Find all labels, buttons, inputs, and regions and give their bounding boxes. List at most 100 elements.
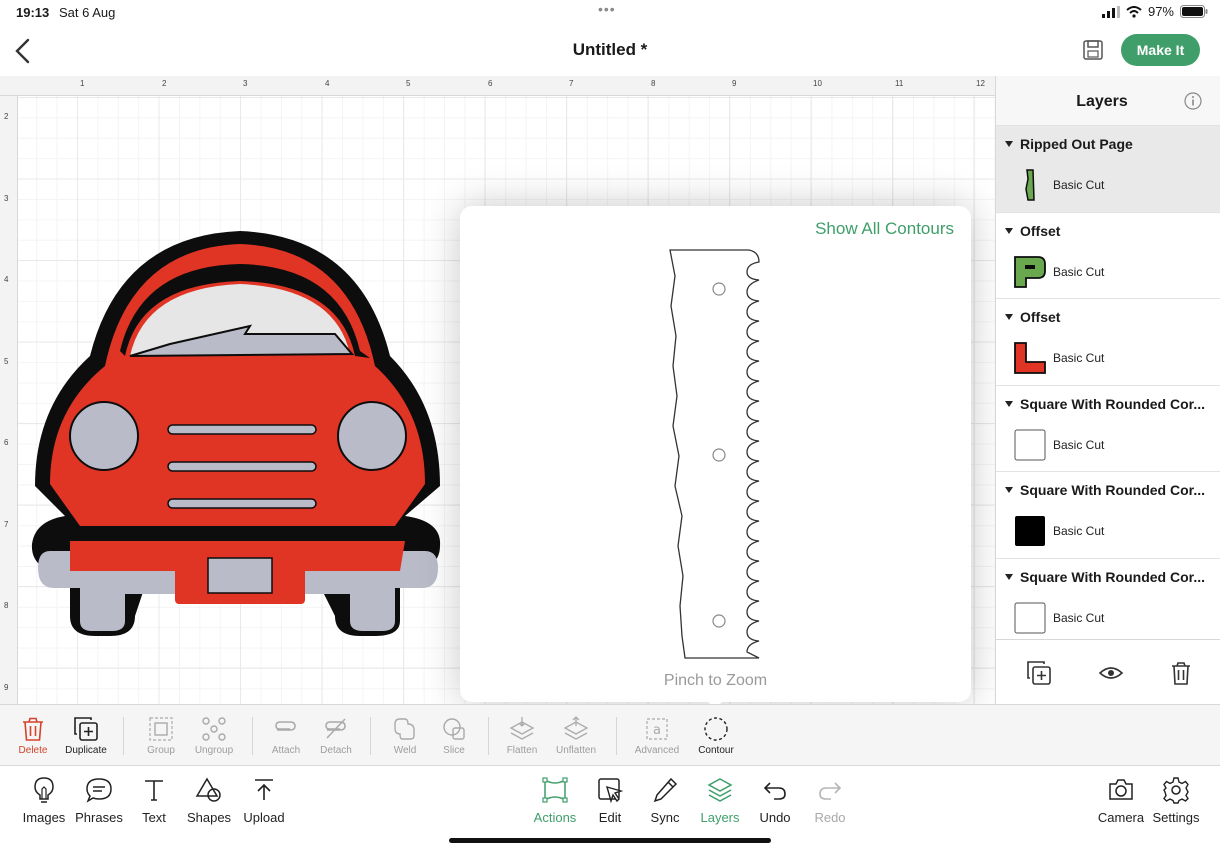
nav-text[interactable]: Text (124, 776, 184, 825)
ruler-left-label: 9 (4, 683, 9, 692)
slice-button[interactable]: Slice (424, 711, 484, 756)
car-design-image[interactable] (30, 226, 445, 636)
duplicate-button[interactable]: Duplicate (56, 711, 116, 756)
contour-button[interactable]: Contour (686, 711, 746, 756)
layer-group-name[interactable]: Offset (1020, 309, 1212, 325)
layer-operation[interactable]: Basic Cut (1053, 611, 1104, 625)
nav-upload[interactable]: Upload (234, 776, 294, 825)
nav-shapes[interactable]: Shapes (179, 776, 239, 825)
layer-operation[interactable]: Basic Cut (1053, 265, 1104, 279)
flatten-button[interactable]: Flatten (492, 711, 552, 756)
redo-arrow-icon (819, 782, 842, 800)
wifi-icon (1126, 5, 1142, 18)
show-all-contours-button[interactable]: Show All Contours (815, 219, 954, 239)
ruler-top-label: 10 (813, 79, 822, 88)
collapse-caret-icon[interactable] (1005, 227, 1013, 234)
nav-sync[interactable]: Sync (635, 776, 695, 825)
layer-operation[interactable]: Basic Cut (1053, 351, 1104, 365)
ruler-top-label: 3 (243, 79, 248, 88)
layer-operation[interactable]: Basic Cut (1053, 524, 1104, 538)
layer-group-name[interactable]: Square With Rounded Cor... (1020, 482, 1212, 498)
top-header: Untitled * Make It (0, 26, 1220, 76)
layer-group-square-rounded[interactable]: Square With Rounded Cor... Basic Cut (996, 472, 1220, 559)
status-date: Sat 6 Aug (59, 5, 116, 20)
layer-group-name[interactable]: Ripped Out Page (1020, 136, 1212, 152)
green-shape-thumbnail (1014, 255, 1046, 288)
nav-images[interactable]: Images (14, 776, 74, 825)
home-indicator[interactable] (449, 838, 771, 843)
trash-icon (23, 717, 43, 741)
collapse-caret-icon[interactable] (1005, 314, 1013, 320)
upload-icon (255, 779, 273, 800)
text-t-icon (145, 780, 163, 801)
undo-arrow-icon (763, 782, 786, 800)
ungroup-button[interactable]: Ungroup (184, 711, 244, 756)
toolbar-divider (252, 717, 253, 755)
layer-group-ripped-out-page[interactable]: Ripped Out Page Basic Cut (996, 126, 1220, 213)
contour-icon (704, 717, 728, 741)
make-it-button[interactable]: Make It (1121, 34, 1200, 66)
ruler-top-label: 1 (80, 79, 85, 88)
ruler-top-label: 4 (325, 79, 330, 88)
delete-button[interactable]: Delete (3, 711, 63, 756)
status-time: 19:13 (16, 5, 50, 20)
nav-edit[interactable]: Edit (580, 776, 640, 825)
layer-group-name[interactable]: Offset (1020, 223, 1212, 239)
ruler-left-label: 7 (4, 520, 9, 529)
actions-bezier-icon (542, 777, 568, 803)
layer-group-name[interactable]: Square With Rounded Cor... (1020, 396, 1212, 412)
nav-sync-label: Sync (650, 810, 680, 825)
group-icon (149, 717, 173, 741)
detach-button[interactable]: Detach (306, 711, 366, 756)
layer-group-square-rounded[interactable]: Square With Rounded Cor... Basic Cut (996, 559, 1220, 646)
layer-group-square-rounded[interactable]: Square With Rounded Cor... Basic Cut (996, 386, 1220, 472)
duplicate-label: Duplicate (65, 745, 107, 756)
info-icon[interactable] (1184, 92, 1202, 110)
nav-actions[interactable]: Actions (525, 776, 585, 825)
nav-phrases[interactable]: Phrases (69, 776, 129, 825)
ripped-page-contour-preview[interactable] (665, 246, 765, 664)
layer-group-name[interactable]: Square With Rounded Cor... (1020, 569, 1212, 585)
group-button[interactable]: Group (131, 711, 191, 756)
contour-popover: Show All Contours Pinch to Zoom (460, 206, 971, 702)
duplicate-layer-icon[interactable] (1026, 660, 1052, 686)
ruler-left-label: 6 (4, 438, 9, 447)
nav-undo-label: Undo (759, 810, 791, 825)
multitasking-dots[interactable]: ••• (598, 1, 616, 17)
ruler-top-label: 8 (651, 79, 656, 88)
save-icon[interactable] (1082, 39, 1104, 61)
unflatten-icon (563, 716, 589, 740)
flatten-label: Flatten (506, 745, 538, 756)
layer-group-offset[interactable]: Offset Basic Cut (996, 213, 1220, 299)
ruler-top-label: 9 (732, 79, 737, 88)
layer-operation[interactable]: Basic Cut (1053, 178, 1104, 192)
visibility-eye-icon[interactable] (1098, 660, 1124, 686)
layer-group-offset[interactable]: Offset Basic Cut (996, 299, 1220, 386)
collapse-caret-icon[interactable] (1005, 487, 1013, 493)
nav-camera[interactable]: Camera (1091, 776, 1151, 825)
layer-operation[interactable]: Basic Cut (1053, 438, 1104, 452)
ruler-top-label: 11 (895, 79, 904, 88)
delete-layer-trash-icon[interactable] (1168, 660, 1194, 686)
ruler-left-label: 3 (4, 194, 9, 203)
ruler-top-label: 12 (976, 79, 985, 88)
unflatten-button[interactable]: Unflatten (546, 711, 606, 756)
collapse-caret-icon[interactable] (1005, 141, 1013, 147)
lightbulb-icon (34, 777, 54, 803)
signal-icon (1101, 5, 1120, 18)
edit-cursor-icon (598, 778, 624, 804)
ruler-left-label: 2 (4, 112, 9, 121)
collapse-caret-icon[interactable] (1005, 400, 1013, 407)
collapse-caret-icon[interactable] (1005, 573, 1013, 580)
nav-layers[interactable]: Layers (690, 776, 750, 825)
document-title: Untitled * (572, 40, 648, 59)
nav-redo[interactable]: Redo (800, 776, 860, 825)
red-shape-thumbnail (1014, 342, 1046, 374)
advanced-button[interactable]: a Advanced (627, 711, 687, 756)
toolbar-divider (123, 717, 124, 755)
ruler-top-label: 5 (406, 79, 411, 88)
nav-edit-label: Edit (598, 810, 622, 825)
nav-undo[interactable]: Undo (745, 776, 805, 825)
nav-settings[interactable]: Settings (1146, 776, 1206, 825)
delete-label: Delete (18, 745, 48, 756)
